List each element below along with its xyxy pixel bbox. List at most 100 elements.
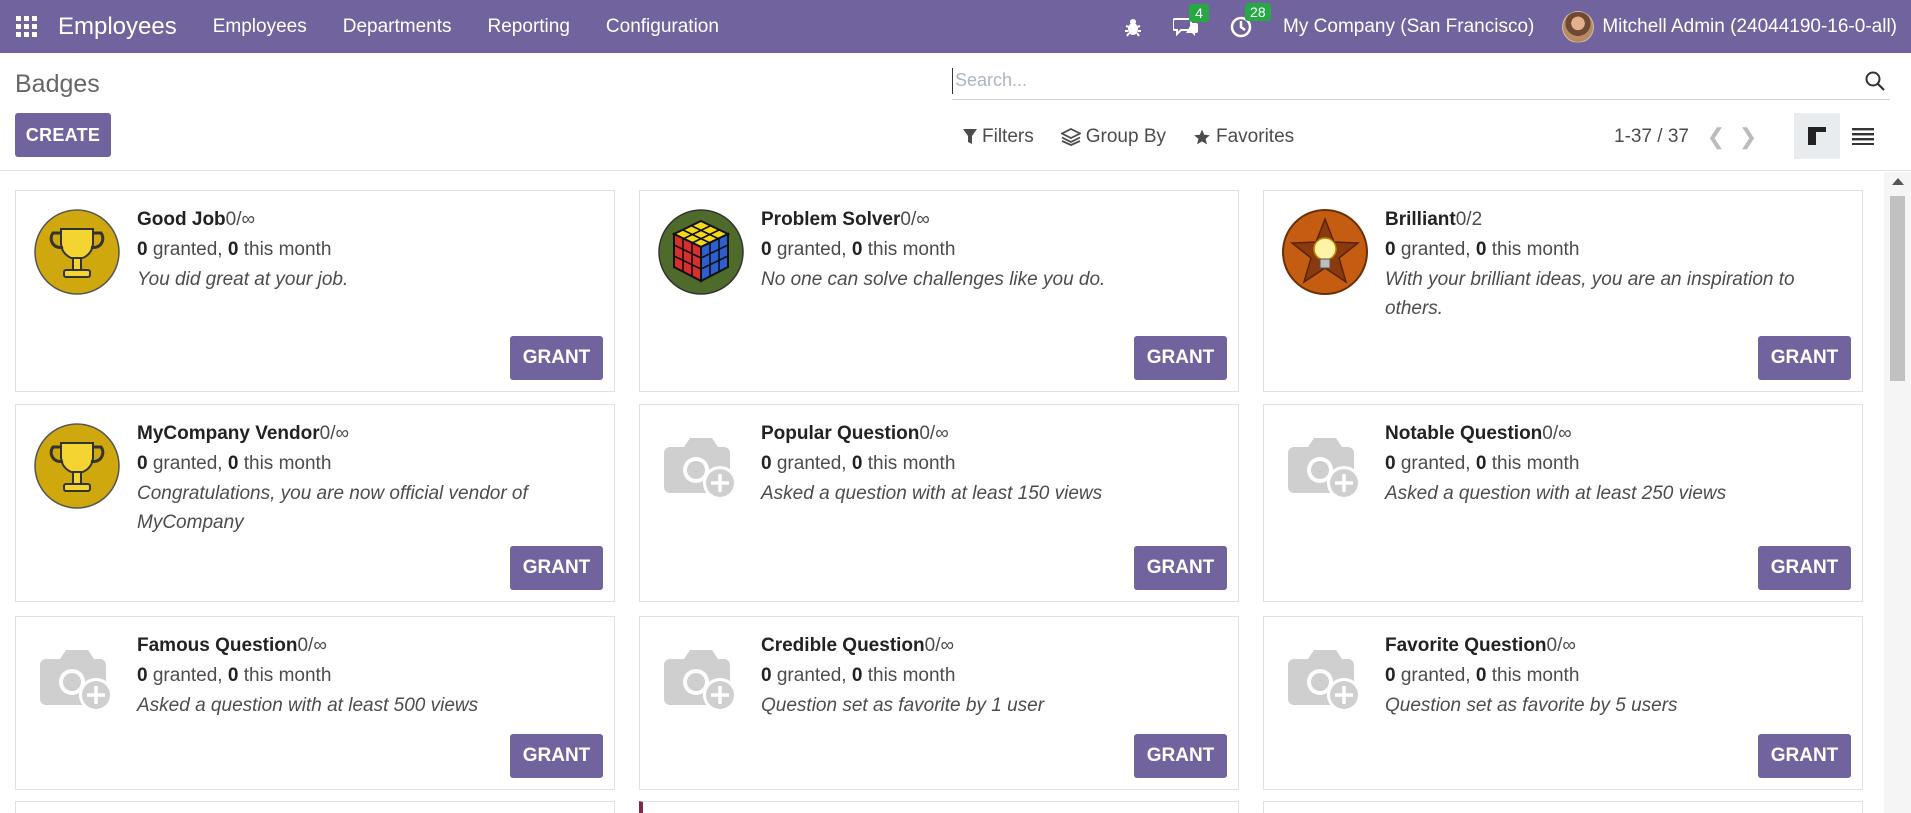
badge-card[interactable]: Problem Solver0/∞ 0 granted, 0 this mont… [639, 190, 1239, 392]
badge-title: MyCompany Vendor0/∞ [137, 419, 599, 449]
granted-count: 0 [137, 239, 148, 260]
badge-card-partial[interactable] [639, 801, 1239, 813]
badge-stats: 0 granted, 0 this month [761, 235, 1223, 265]
badge-card[interactable]: Good Job0/∞ 0 granted, 0 this month You … [15, 190, 615, 392]
granted-label: granted, [1400, 665, 1471, 686]
user-name: Mitchell Admin (24044190-16-0-all) [1602, 15, 1897, 37]
grant-button[interactable]: GRANT [1134, 546, 1227, 590]
granted-count: 0 [137, 665, 148, 686]
group-by-button[interactable]: Group By [1060, 126, 1166, 148]
badge-card[interactable]: Credible Question0/∞ 0 granted, 0 this m… [639, 616, 1239, 790]
avatar [1562, 10, 1595, 43]
granted-count: 0 [1385, 239, 1396, 260]
badge-card-partial[interactable] [15, 801, 615, 813]
apps-grid-icon[interactable] [14, 14, 40, 40]
search-icon[interactable] [1860, 71, 1890, 91]
badge-card-body: Popular Question0/∞ 0 granted, 0 this mo… [761, 419, 1223, 508]
debug-bug-icon[interactable] [1123, 17, 1143, 37]
company-switcher[interactable]: My Company (San Francisco) [1283, 16, 1534, 38]
badge-card-body: Brilliant0/2 0 granted, 0 this month Wit… [1385, 205, 1847, 323]
badge-name: Favorite Question [1385, 635, 1547, 656]
badge-count: 0/∞ [900, 209, 930, 230]
create-button[interactable]: CREATE [15, 113, 111, 157]
month-count: 0 [227, 665, 239, 686]
search-input[interactable] [952, 67, 1860, 94]
scrollbar[interactable] [1884, 172, 1911, 813]
badge-description: You did great at your job. [137, 269, 349, 290]
camera-placeholder-icon [658, 423, 744, 509]
grant-button[interactable]: GRANT [1758, 546, 1851, 590]
badge-card-body: Favorite Question0/∞ 0 granted, 0 this m… [1385, 631, 1847, 720]
month-count: 0 [227, 239, 239, 260]
month-count: 0 [851, 665, 863, 686]
pager-next-icon[interactable]: ❯ [1735, 124, 1761, 150]
list-view-icon[interactable] [1840, 113, 1886, 159]
grant-button[interactable]: GRANT [1758, 734, 1851, 778]
menu-reporting[interactable]: Reporting [488, 16, 570, 38]
badge-card[interactable]: Brilliant0/2 0 granted, 0 this month Wit… [1263, 190, 1863, 392]
kanban-view-icon[interactable] [1794, 113, 1840, 159]
month-count: 0 [1475, 665, 1487, 686]
month-label: this month [243, 453, 332, 474]
badge-name: Notable Question [1385, 423, 1543, 444]
badge-description: Asked a question with at least 500 views [137, 695, 479, 716]
user-menu[interactable]: Mitchell Admin (24044190-16-0-all) [1562, 10, 1897, 43]
view-switcher [1794, 113, 1886, 159]
control-panel: Badges CREATE Filters Group By Favorites… [0, 53, 1911, 171]
granted-count: 0 [761, 453, 772, 474]
badge-count: 0/∞ [924, 635, 955, 656]
month-count: 0 [851, 239, 863, 260]
menu-configuration[interactable]: Configuration [606, 16, 719, 38]
messages-count-badge: 4 [1189, 3, 1210, 22]
menu-employees[interactable]: Employees [213, 16, 307, 38]
badge-description: Question set as favorite by 5 users [1385, 695, 1678, 716]
grant-button[interactable]: GRANT [1758, 336, 1851, 380]
badge-title: Famous Question0/∞ [137, 631, 599, 661]
badge-name: Problem Solver [761, 209, 901, 230]
badge-title: Problem Solver0/∞ [761, 205, 1223, 235]
badge-card[interactable]: Favorite Question0/∞ 0 granted, 0 this m… [1263, 616, 1863, 790]
badge-description: Asked a question with at least 150 views [761, 483, 1103, 504]
month-count: 0 [1475, 453, 1487, 474]
badge-title: Notable Question0/∞ [1385, 419, 1847, 449]
granted-count: 0 [761, 239, 772, 260]
pager-value[interactable]: 1-37 / 37 [1614, 126, 1689, 148]
scroll-thumb[interactable] [1890, 196, 1905, 381]
badge-card[interactable]: Notable Question0/∞ 0 granted, 0 this mo… [1263, 404, 1863, 602]
badge-name: Credible Question [761, 635, 925, 656]
badge-card-partial[interactable] [1263, 801, 1863, 813]
grant-button[interactable]: GRANT [510, 734, 603, 778]
granted-label: granted, [152, 239, 223, 260]
grant-button[interactable]: GRANT [1134, 734, 1227, 778]
grant-button[interactable]: GRANT [510, 336, 603, 380]
badge-description: With your brilliant ideas, you are an in… [1385, 269, 1795, 319]
badge-stats: 0 granted, 0 this month [761, 449, 1223, 479]
grant-button[interactable]: GRANT [1134, 336, 1227, 380]
granted-label: granted, [1400, 239, 1471, 260]
menu-departments[interactable]: Departments [343, 16, 452, 38]
granted-count: 0 [1385, 665, 1396, 686]
badge-card[interactable]: MyCompany Vendor0/∞ 0 granted, 0 this mo… [15, 404, 615, 602]
messages-icon[interactable]: 4 [1173, 3, 1210, 38]
granted-label: granted, [776, 453, 847, 474]
badge-count: 0/∞ [919, 423, 949, 444]
badge-description: Question set as favorite by 1 user [761, 695, 1045, 716]
month-label: this month [867, 665, 956, 686]
month-label: this month [867, 239, 956, 260]
scroll-up-icon[interactable] [1892, 178, 1904, 185]
trophy-icon [34, 423, 120, 509]
badge-card[interactable]: Famous Question0/∞ 0 granted, 0 this mon… [15, 616, 615, 790]
granted-label: granted, [776, 239, 847, 260]
filters-button[interactable]: Filters [963, 126, 1034, 148]
badge-card-body: Problem Solver0/∞ 0 granted, 0 this mont… [761, 205, 1223, 294]
favorites-button[interactable]: Favorites [1193, 126, 1294, 148]
badge-name: MyCompany Vendor [137, 423, 320, 444]
badge-card[interactable]: Popular Question0/∞ 0 granted, 0 this mo… [639, 404, 1239, 602]
grant-button[interactable]: GRANT [510, 546, 603, 590]
app-title[interactable]: Employees [58, 13, 177, 41]
badge-card-body: Credible Question0/∞ 0 granted, 0 this m… [761, 631, 1223, 720]
navbar-systray: 4 28 My Company (San Francisco) Mitchell… [1123, 0, 1911, 53]
badge-stats: 0 granted, 0 this month [1385, 449, 1847, 479]
pager-previous-icon[interactable]: ❮ [1703, 124, 1729, 150]
activities-clock-icon[interactable]: 28 [1229, 2, 1271, 39]
